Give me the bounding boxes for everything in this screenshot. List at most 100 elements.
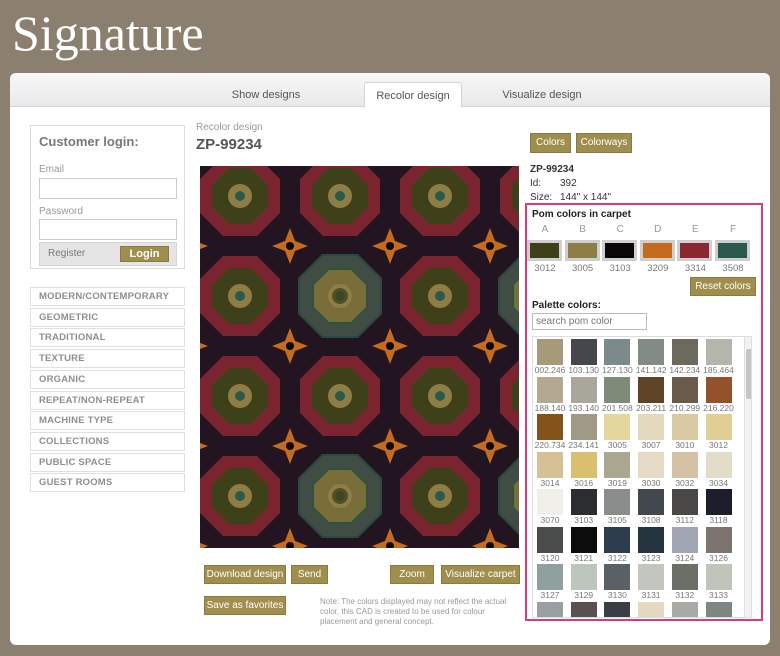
palette-swatch-code: 3032 bbox=[675, 477, 695, 488]
register-link[interactable]: Register bbox=[48, 248, 85, 259]
palette-swatch[interactable] bbox=[537, 414, 563, 440]
pom-swatch-b[interactable] bbox=[564, 240, 600, 261]
tab-visualize-design[interactable]: Visualize design bbox=[490, 83, 594, 107]
email-field[interactable] bbox=[39, 178, 177, 199]
palette-swatch[interactable] bbox=[537, 601, 563, 617]
palette-swatch[interactable] bbox=[604, 339, 631, 365]
category-repeat-non-repeat[interactable]: REPEAT/NON-REPEAT bbox=[30, 390, 185, 410]
palette-swatch[interactable] bbox=[638, 526, 665, 553]
palette-swatch[interactable] bbox=[705, 376, 732, 403]
category-guest-rooms[interactable]: GUEST ROOMS bbox=[30, 473, 185, 493]
palette-swatch[interactable] bbox=[638, 376, 665, 403]
palette-swatch[interactable] bbox=[537, 564, 563, 590]
palette-swatch[interactable] bbox=[537, 489, 563, 515]
palette-colors-title: Palette colors: bbox=[532, 300, 601, 311]
palette-swatch[interactable] bbox=[705, 451, 732, 478]
palette-swatch[interactable] bbox=[570, 414, 597, 440]
category-collections[interactable]: COLLECTIONS bbox=[30, 431, 185, 451]
palette-swatch-code: 220.734 bbox=[534, 440, 566, 450]
color-disclaimer-note: Note: The colors displayed may not refle… bbox=[320, 597, 507, 626]
pom-letter-c: C bbox=[616, 224, 624, 235]
palette-swatch[interactable] bbox=[570, 376, 597, 403]
palette-swatch[interactable] bbox=[638, 564, 665, 590]
login-title: Customer login: bbox=[39, 134, 139, 149]
palette-swatch[interactable] bbox=[671, 601, 698, 617]
palette-swatch[interactable] bbox=[570, 489, 597, 515]
palette-swatch[interactable] bbox=[537, 526, 563, 553]
palette-grid: 002.246 103.130 127.130 141.142 142.234 185.4… bbox=[532, 336, 752, 618]
palette-swatch[interactable] bbox=[705, 526, 732, 553]
palette-swatch[interactable] bbox=[638, 339, 665, 365]
carpet-design-image[interactable] bbox=[200, 166, 519, 548]
palette-swatch[interactable] bbox=[638, 451, 665, 478]
palette-swatch-code: 3123 bbox=[641, 552, 661, 563]
palette-swatch-code: 142.234 bbox=[669, 365, 701, 375]
palette-swatch[interactable] bbox=[638, 414, 665, 440]
palette-swatch[interactable] bbox=[638, 489, 665, 515]
palette-swatch[interactable] bbox=[537, 376, 563, 403]
palette-swatch[interactable] bbox=[705, 414, 732, 440]
palette-swatch-code: 3127 bbox=[540, 590, 560, 600]
palette-swatch[interactable] bbox=[671, 526, 698, 553]
zoom-button[interactable]: Zoom bbox=[390, 565, 434, 584]
category-modern-contemporary[interactable]: MODERN/CONTEMPORARY bbox=[30, 287, 185, 306]
palette-swatch[interactable] bbox=[570, 601, 597, 617]
palette-swatch-code: 3124 bbox=[675, 552, 695, 563]
palette-swatch[interactable] bbox=[570, 564, 597, 590]
save-as-favorites-button[interactable]: Save as favorites bbox=[204, 596, 286, 615]
palette-swatch[interactable] bbox=[671, 339, 698, 365]
palette-swatch[interactable] bbox=[537, 451, 563, 478]
palette-swatch[interactable] bbox=[537, 339, 563, 365]
pom-swatch-c[interactable] bbox=[602, 240, 638, 261]
download-design-button[interactable]: Download design bbox=[204, 565, 286, 584]
category-public-space[interactable]: PUBLIC SPACE bbox=[30, 452, 185, 472]
palette-swatch[interactable] bbox=[705, 339, 732, 365]
palette-swatch[interactable] bbox=[604, 489, 631, 515]
palette-swatch[interactable] bbox=[638, 601, 665, 617]
category-machine-type[interactable]: MACHINE TYPE bbox=[30, 411, 185, 431]
tab-show-designs[interactable]: Show designs bbox=[210, 83, 322, 107]
tab-recolor-design[interactable]: Recolor design bbox=[364, 82, 462, 108]
info-id-label: Id: bbox=[530, 178, 542, 189]
info-size-value: 144" x 144" bbox=[560, 192, 612, 203]
palette-swatch[interactable] bbox=[604, 376, 631, 403]
category-organic[interactable]: ORGANIC bbox=[30, 369, 185, 389]
search-pom-color-input[interactable] bbox=[532, 313, 647, 330]
palette-swatch[interactable] bbox=[570, 339, 597, 365]
pom-swatch-e[interactable] bbox=[677, 240, 713, 261]
palette-swatch[interactable] bbox=[604, 414, 631, 440]
visualize-carpet-button[interactable]: Visualize carpet bbox=[441, 565, 520, 584]
pom-swatch-a[interactable] bbox=[527, 240, 562, 261]
palette-swatch[interactable] bbox=[604, 526, 631, 553]
palette-swatch[interactable] bbox=[604, 564, 631, 590]
colorways-button[interactable]: Colorways bbox=[576, 133, 632, 153]
palette-swatch[interactable] bbox=[570, 451, 597, 478]
colors-button[interactable]: Colors bbox=[530, 133, 571, 153]
login-button[interactable]: Login bbox=[120, 246, 169, 262]
pom-swatch-f[interactable] bbox=[715, 240, 750, 261]
palette-swatch[interactable] bbox=[671, 376, 698, 403]
palette-swatch[interactable] bbox=[705, 489, 732, 515]
palette-scrollbar[interactable] bbox=[744, 337, 751, 617]
pom-swatch-d[interactable] bbox=[639, 240, 675, 261]
section-label: Recolor design bbox=[196, 122, 263, 133]
palette-swatch[interactable] bbox=[671, 489, 698, 515]
palette-swatch-code: 127.130 bbox=[602, 365, 633, 375]
category-traditional[interactable]: TRADITIONAL bbox=[30, 328, 185, 348]
send-button[interactable]: Send bbox=[291, 565, 328, 584]
palette-swatch-code: 3005 bbox=[607, 440, 627, 450]
reset-colors-button[interactable]: Reset colors bbox=[690, 277, 756, 296]
palette-swatch[interactable] bbox=[604, 601, 631, 617]
palette-swatch-code: 3007 bbox=[641, 440, 661, 450]
scrollbar-thumb[interactable] bbox=[746, 349, 751, 399]
palette-swatch[interactable] bbox=[705, 564, 732, 590]
category-texture[interactable]: TEXTURE bbox=[30, 349, 185, 369]
palette-swatch[interactable] bbox=[604, 451, 631, 478]
palette-swatch[interactable] bbox=[570, 526, 597, 553]
palette-swatch[interactable] bbox=[671, 564, 698, 590]
palette-swatch[interactable] bbox=[671, 451, 698, 478]
category-geometric[interactable]: GEOMETRIC bbox=[30, 307, 185, 327]
palette-swatch[interactable] bbox=[671, 414, 698, 440]
password-field[interactable] bbox=[39, 219, 177, 240]
palette-swatch[interactable] bbox=[705, 601, 732, 617]
